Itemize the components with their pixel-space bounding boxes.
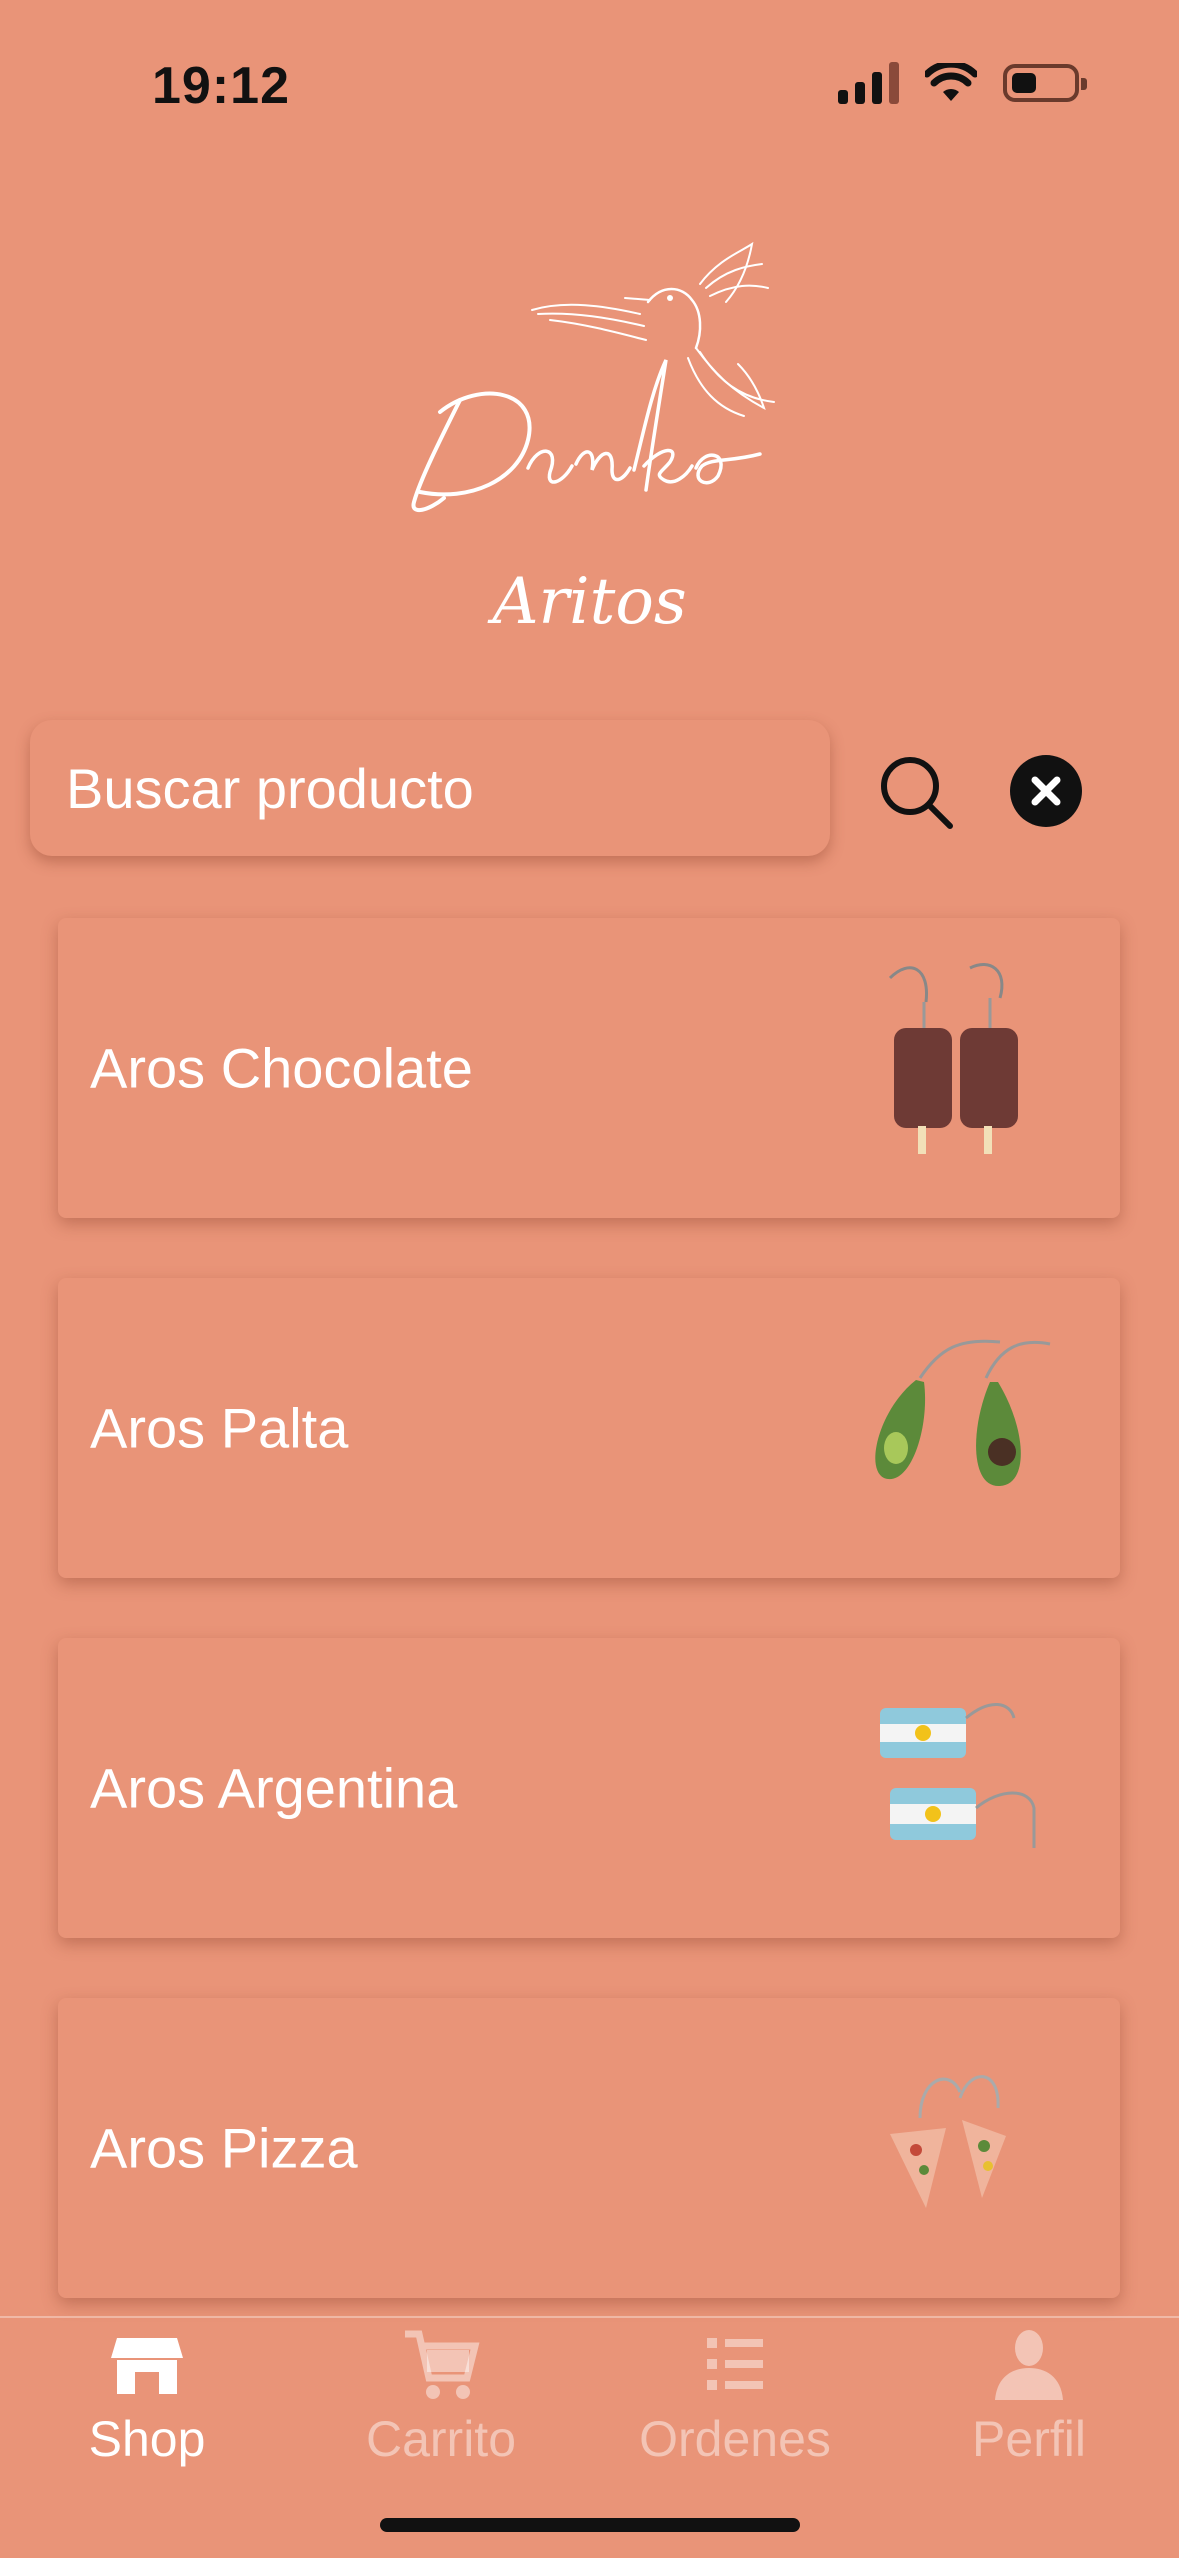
home-indicator[interactable] — [380, 2518, 800, 2532]
product-name: Aros Chocolate — [90, 1036, 473, 1100]
cellular-signal-icon — [838, 62, 899, 104]
argentina-flag-earrings-image — [880, 1703, 1036, 1848]
product-card[interactable]: Aros Argentina — [58, 1638, 1120, 1938]
search-input[interactable] — [64, 754, 830, 822]
avocado-earrings-image — [875, 1339, 1051, 1487]
tab-label: Perfil — [972, 2411, 1086, 2467]
product-name: Aros Palta — [90, 1396, 349, 1460]
status-icons — [838, 62, 1087, 104]
list-icon — [707, 2338, 763, 2390]
profile-icon — [995, 2330, 1063, 2400]
status-time: 19:12 — [152, 57, 290, 115]
product-card[interactable]: Aros Pizza — [58, 1998, 1120, 2298]
product-name: Aros Argentina — [90, 1756, 458, 1820]
product-name: Aros Pizza — [90, 2116, 358, 2180]
tab-perfil[interactable]: Perfil — [882, 2318, 1176, 2508]
tab-ordenes[interactable]: Ordenes — [588, 2318, 882, 2508]
search-icon[interactable] — [874, 750, 958, 834]
tab-label: Ordenes — [639, 2411, 831, 2467]
category-title: Aritos — [492, 565, 687, 639]
tab-label: Shop — [88, 2411, 206, 2467]
chocolate-earrings-image — [888, 963, 1018, 1154]
close-icon — [1031, 776, 1061, 806]
wifi-icon — [925, 63, 977, 101]
shop-icon — [111, 2338, 183, 2394]
product-card[interactable]: Aros Chocolate — [58, 918, 1120, 1218]
clear-search-button[interactable] — [1010, 755, 1082, 827]
cart-icon — [405, 2330, 480, 2399]
pizza-earrings-image — [890, 2075, 1006, 2208]
search-field[interactable] — [30, 720, 830, 856]
tab-label: Carrito — [365, 2411, 517, 2467]
danko-logo — [411, 241, 775, 513]
tab-carrito[interactable]: Carrito — [294, 2318, 588, 2508]
tab-shop[interactable]: Shop — [0, 2318, 294, 2508]
battery-icon — [1003, 64, 1087, 102]
product-card[interactable]: Aros Palta — [58, 1278, 1120, 1578]
status-bar: 19:12 — [0, 0, 1179, 170]
